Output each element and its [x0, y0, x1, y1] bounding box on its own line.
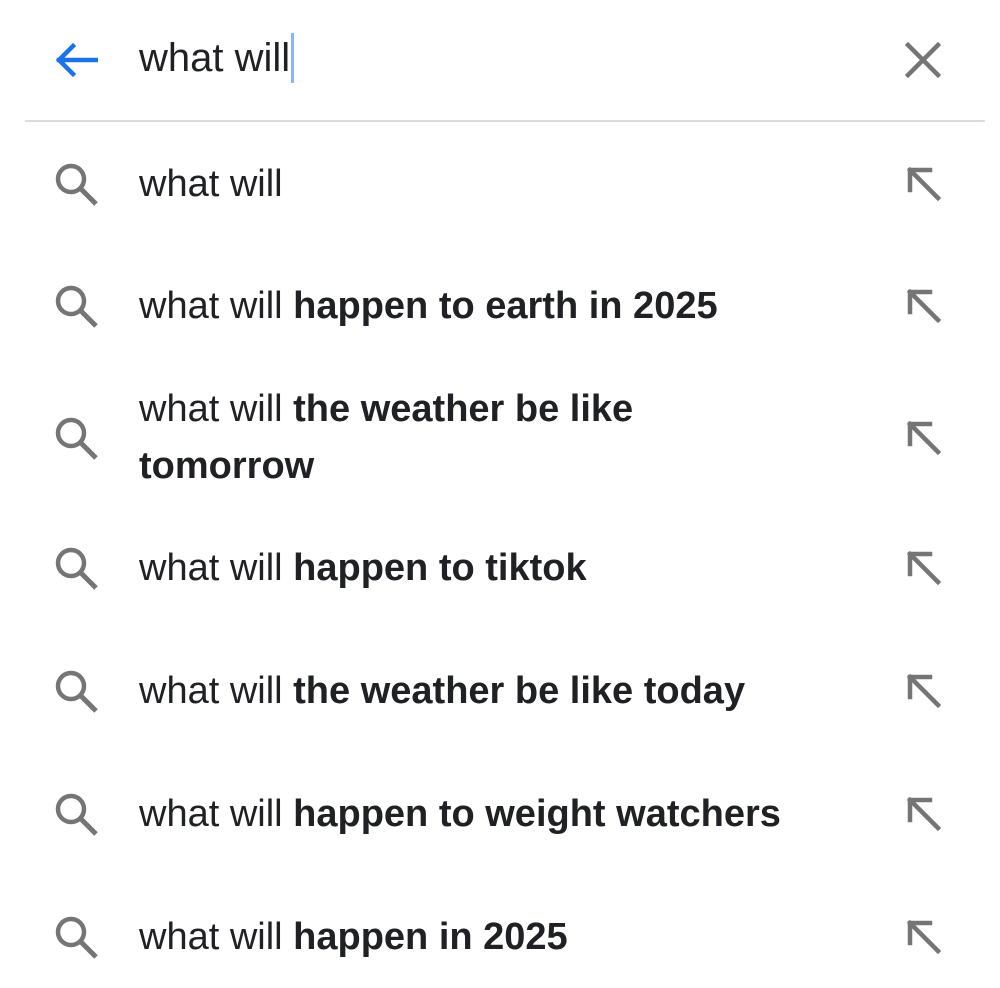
- arrow-up-left-icon: [906, 919, 942, 955]
- fill-query-button[interactable]: [898, 788, 950, 840]
- suggestion-prefix: what will: [139, 916, 294, 958]
- fill-query-button[interactable]: [898, 911, 950, 963]
- suggestion-item[interactable]: what will happen to earth in 2025: [0, 278, 1000, 335]
- search-icon: [50, 665, 102, 717]
- search-bar: what will: [0, 0, 1000, 122]
- clear-button[interactable]: [893, 30, 953, 90]
- suggestion-item[interactable]: what will happen to weight watchers: [0, 786, 1000, 843]
- arrow-up-left-icon: [906, 420, 942, 456]
- suggestion-item[interactable]: what will happen to tiktok: [0, 540, 1000, 597]
- suggestion-item[interactable]: what will: [0, 156, 1000, 213]
- suggestion-prefix: what will: [139, 793, 294, 835]
- suggestion-completion: happen to weight watchers: [293, 793, 781, 835]
- suggestion-text: what will the weather be like today: [139, 663, 859, 720]
- suggestion-prefix: what will: [139, 670, 294, 712]
- suggestion-prefix: what will: [139, 163, 283, 205]
- text-caret: [291, 33, 295, 83]
- suggestion-text: what will happen to earth in 2025: [139, 278, 859, 335]
- search-input[interactable]: what will: [139, 28, 295, 88]
- suggestion-completion: the weather be like today: [293, 670, 746, 712]
- fill-query-button[interactable]: [898, 158, 950, 210]
- suggestion-prefix: what will: [139, 547, 294, 589]
- arrow-up-left-icon: [906, 550, 942, 586]
- arrow-up-left-icon: [906, 288, 942, 324]
- search-divider: [25, 120, 985, 122]
- arrow-up-left-icon: [906, 673, 942, 709]
- suggestion-text: what will happen to weight watchers: [139, 786, 879, 843]
- suggestion-completion: happen in 2025: [293, 916, 568, 958]
- search-icon: [50, 911, 102, 963]
- back-button[interactable]: [46, 30, 106, 90]
- suggestion-item[interactable]: what will the weather be like today: [0, 663, 1000, 720]
- back-arrow-icon: [55, 42, 98, 78]
- arrow-up-left-icon: [906, 796, 942, 832]
- suggestion-text: what will the weather be like tomorrow: [139, 381, 739, 495]
- fill-query-button[interactable]: [898, 542, 950, 594]
- suggestion-text: what will: [139, 156, 859, 213]
- fill-query-button[interactable]: [898, 412, 950, 464]
- search-icon: [50, 412, 102, 464]
- fill-query-button[interactable]: [898, 665, 950, 717]
- search-icon: [50, 542, 102, 594]
- fill-query-button[interactable]: [898, 280, 950, 332]
- suggestion-text: what will happen to tiktok: [139, 540, 859, 597]
- suggestion-item[interactable]: what will happen in 2025: [0, 909, 1000, 966]
- close-icon: [905, 42, 941, 78]
- suggestion-item[interactable]: what will the weather be like tomorrow: [0, 381, 1000, 495]
- search-icon: [50, 788, 102, 840]
- search-query-text: what will: [139, 35, 291, 80]
- suggestion-completion: happen to earth in 2025: [293, 285, 718, 327]
- search-icon: [50, 280, 102, 332]
- suggestion-prefix: what will: [139, 388, 294, 430]
- suggestion-text: what will happen in 2025: [139, 909, 859, 966]
- suggestion-completion: happen to tiktok: [293, 547, 587, 589]
- search-icon: [50, 158, 102, 210]
- suggestion-prefix: what will: [139, 285, 294, 327]
- arrow-up-left-icon: [906, 166, 942, 202]
